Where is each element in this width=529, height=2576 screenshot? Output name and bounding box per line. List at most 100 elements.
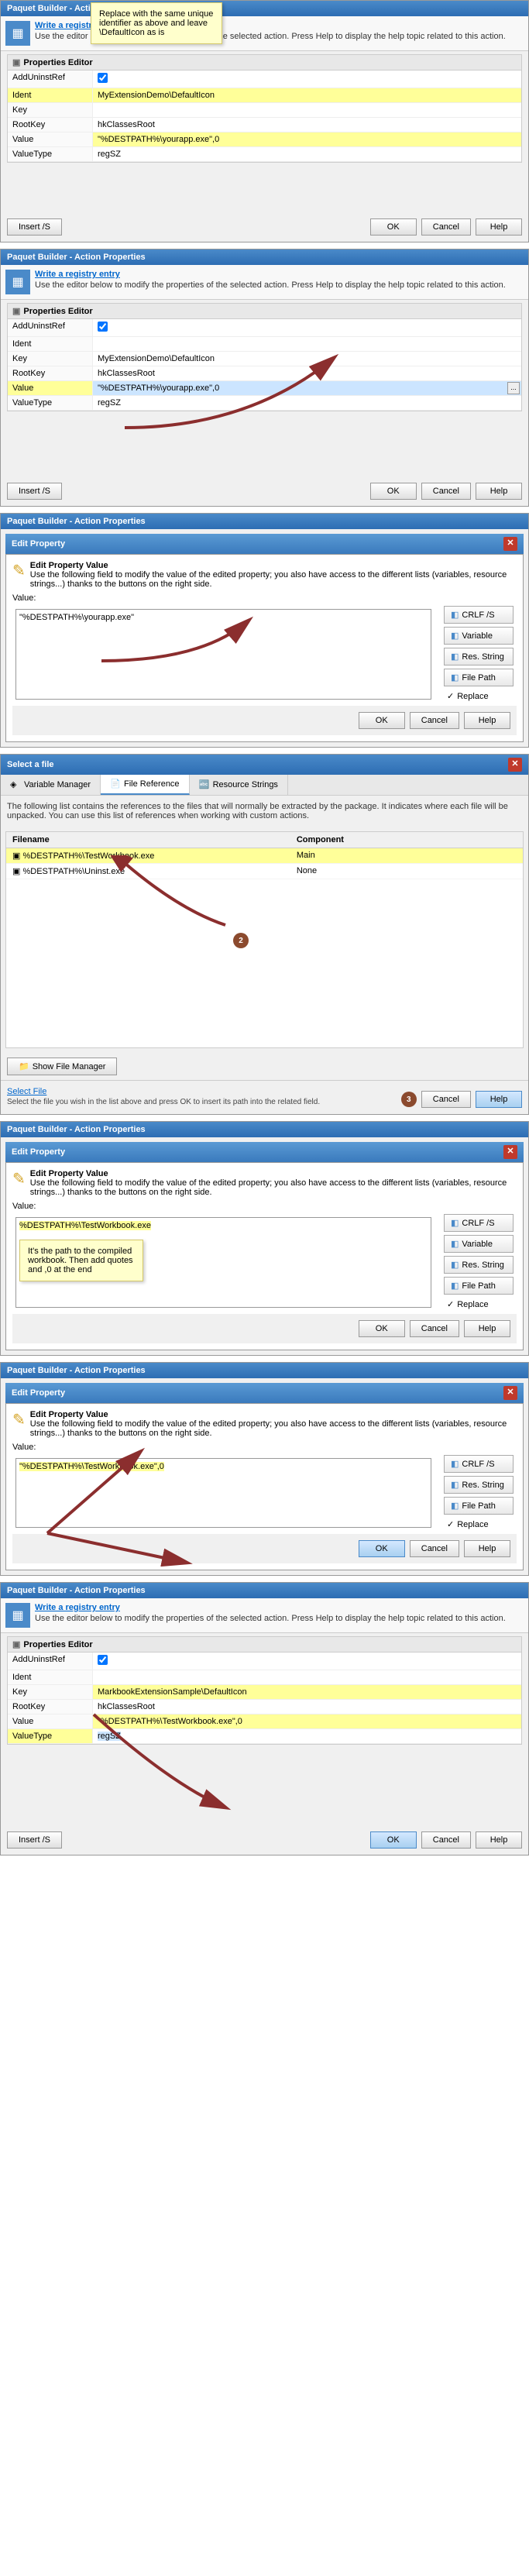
action-properties-panel-2: Paquet Builder - Action Properties ▦ Wri… <box>0 249 529 507</box>
replace-check[interactable]: ✓ Replace <box>444 690 514 703</box>
prop-name: RootKey <box>8 366 93 380</box>
key-value[interactable]: MarkbookExtensionSample\DefaultIcon <box>93 1685 521 1699</box>
cancel-button[interactable]: Cancel <box>421 1091 471 1108</box>
resstring-button[interactable]: Res. String <box>444 1256 514 1274</box>
help-button[interactable]: Help <box>476 1091 522 1108</box>
insert-button[interactable]: Insert /S <box>7 1831 62 1849</box>
cancel-button[interactable]: Cancel <box>410 712 459 729</box>
close-icon[interactable]: ✕ <box>503 1145 517 1159</box>
filepath-button[interactable]: File Path <box>444 669 514 686</box>
help-button[interactable]: Help <box>464 712 510 729</box>
ident-value[interactable] <box>93 337 521 351</box>
callout-tip: Replace with the same unique identifier … <box>91 2 222 44</box>
crlf-button[interactable]: CRLF /S <box>444 606 514 624</box>
registry-icon: ▦ <box>5 270 30 294</box>
ok-button[interactable]: OK <box>359 1320 405 1337</box>
value-value[interactable]: "%DESTPATH%\TestWorkbook.exe",0 <box>93 1714 521 1728</box>
header-link[interactable]: Write a registry entry <box>35 1603 524 1612</box>
value-value[interactable]: "%DESTPATH%\yourapp.exe",0... <box>93 381 521 395</box>
ident-value[interactable]: MyExtensionDemo\DefaultIcon <box>93 88 521 102</box>
filepath-button[interactable]: File Path <box>444 1497 514 1515</box>
ok-button[interactable]: OK <box>370 218 417 236</box>
key-value[interactable] <box>93 103 521 117</box>
file-row[interactable]: ▣ %DESTPATH%\Uninst.exe None <box>6 864 523 879</box>
titlebar: Paquet Builder - Action Properties <box>1 1583 528 1598</box>
adduninstref-checkbox[interactable] <box>98 73 108 83</box>
titlebar: Paquet Builder - Action Properties <box>1 514 528 529</box>
close-icon[interactable]: ✕ <box>508 758 522 772</box>
ok-button[interactable]: OK <box>370 1831 417 1849</box>
value-value[interactable]: "%DESTPATH%\yourapp.exe",0 <box>93 132 521 146</box>
cancel-button[interactable]: Cancel <box>421 483 471 500</box>
help-button[interactable]: Help <box>476 218 522 236</box>
file-list: Filename Component ▣ %DESTPATH%\TestWork… <box>5 831 524 1048</box>
titlebar: Select a file ✕ <box>1 755 528 775</box>
replace-check[interactable]: ✓ Replace <box>444 1518 514 1531</box>
tab-file-reference[interactable]: 📄File Reference <box>101 775 190 795</box>
valuetype-value[interactable]: regSZ <box>93 1729 521 1743</box>
variable-button[interactable]: Variable <box>444 1235 514 1253</box>
resstring-button[interactable]: Res. String <box>444 648 514 665</box>
edit-desc: Use the following field to modify the va… <box>30 1178 517 1197</box>
adduninstref-checkbox[interactable] <box>98 1655 108 1665</box>
variable-button[interactable]: Variable <box>444 627 514 645</box>
crlf-button[interactable]: CRLF /S <box>444 1214 514 1232</box>
header-desc: Use the editor below to modify the prope… <box>35 280 524 290</box>
prop-name: Value <box>8 132 93 146</box>
edit-heading: Edit Property Value <box>30 1410 108 1419</box>
ok-button[interactable]: OK <box>359 1540 405 1557</box>
section-head: Properties Editor <box>7 1636 522 1653</box>
rootkey-value[interactable]: hkClassesRoot <box>93 118 521 132</box>
edit-heading: Edit Property Value <box>30 561 108 570</box>
edit-icon: ✎ <box>12 561 26 580</box>
help-button[interactable]: Help <box>464 1540 510 1557</box>
edit-property-dialog-3: Paquet Builder - Action Properties Edit … <box>0 1362 529 1576</box>
value-textarea[interactable]: "%DESTPATH%\yourapp.exe" <box>15 609 431 700</box>
cancel-button[interactable]: Cancel <box>421 1831 471 1849</box>
cancel-button[interactable]: Cancel <box>410 1320 459 1337</box>
ok-button[interactable]: OK <box>359 712 405 729</box>
file-row[interactable]: ▣ %DESTPATH%\TestWorkbook.exe Main <box>6 848 523 864</box>
close-icon[interactable]: ✕ <box>503 537 517 551</box>
value-textarea[interactable]: %DESTPATH%\TestWorkbook.exe It's the pat… <box>15 1217 431 1308</box>
valuetype-value[interactable]: regSZ <box>93 147 521 161</box>
registry-icon: ▦ <box>5 1603 30 1628</box>
cancel-button[interactable]: Cancel <box>410 1540 459 1557</box>
col-component: Component <box>290 832 523 848</box>
insert-button[interactable]: Insert /S <box>7 218 62 236</box>
close-icon[interactable]: ✕ <box>503 1386 517 1400</box>
file-icon: 📄 <box>110 779 121 789</box>
cancel-button[interactable]: Cancel <box>421 218 471 236</box>
help-button[interactable]: Help <box>476 483 522 500</box>
insert-button[interactable]: Insert /S <box>7 483 62 500</box>
tab-resource-strings[interactable]: 🔤Resource Strings <box>190 775 288 795</box>
header-link[interactable]: Write a registry entry <box>35 270 524 279</box>
valuetype-value[interactable]: regSZ <box>93 396 521 410</box>
adduninstref-checkbox[interactable] <box>98 322 108 332</box>
dialog-desc: The following list contains the referenc… <box>1 796 528 827</box>
action-properties-panel-1: Paquet Builder - Action Properties Repla… <box>0 0 529 242</box>
value-textarea[interactable]: "%DESTPATH%\TestWorkbook.exe",0 <box>15 1458 431 1528</box>
step-badge-2: 2 <box>233 933 249 948</box>
show-file-manager-button[interactable]: 📁Show File Manager <box>7 1058 117 1075</box>
prop-name: ValueType <box>8 396 93 410</box>
rootkey-value[interactable]: hkClassesRoot <box>93 366 521 380</box>
replace-check[interactable]: ✓ Replace <box>444 1298 514 1311</box>
key-value[interactable]: MyExtensionDemo\DefaultIcon <box>93 352 521 366</box>
resstring-button[interactable]: Res. String <box>444 1476 514 1494</box>
ok-button[interactable]: OK <box>370 483 417 500</box>
edit-icon: ✎ <box>12 1169 26 1188</box>
titlebar: Paquet Builder - Action Properties <box>1 249 528 265</box>
help-button[interactable]: Help <box>476 1831 522 1849</box>
filepath-button[interactable]: File Path <box>444 1277 514 1295</box>
window-title: Paquet Builder - Action Properties <box>7 253 146 262</box>
value-label: Value: <box>12 1443 517 1452</box>
tab-variable-manager[interactable]: ◈Variable Manager <box>1 775 101 795</box>
ellipsis-button[interactable]: ... <box>507 382 520 394</box>
rootkey-value[interactable]: hkClassesRoot <box>93 1700 521 1714</box>
ident-value[interactable] <box>93 1670 521 1684</box>
prop-name: ValueType <box>8 1729 93 1743</box>
crlf-button[interactable]: CRLF /S <box>444 1455 514 1473</box>
help-button[interactable]: Help <box>464 1320 510 1337</box>
prop-name: Key <box>8 103 93 117</box>
